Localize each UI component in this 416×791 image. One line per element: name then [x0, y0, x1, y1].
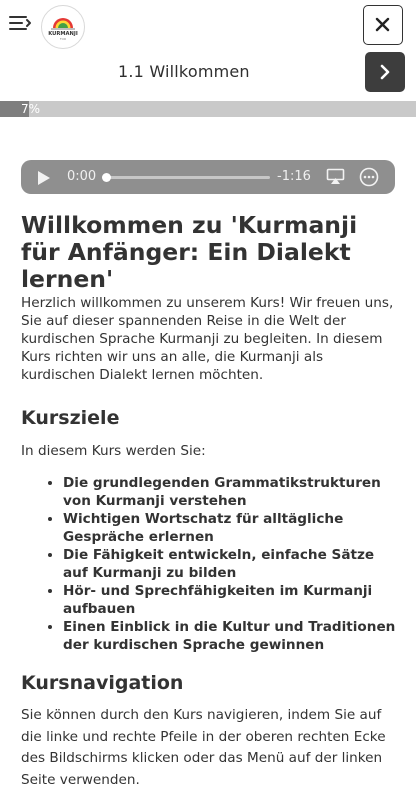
goal-item: Wichtigen Wortschatz für alltägliche Ges… [63, 510, 396, 546]
course-progress-bar: 7% [0, 101, 416, 117]
article-title: Willkommen zu 'Kurmanji für Anfänger: Ei… [21, 211, 358, 293]
menu-collapse-icon[interactable] [8, 12, 34, 34]
goal-item: Hör- und Sprechfähigkeiten im Kurmanji a… [63, 582, 396, 618]
goals-heading: Kursziele [21, 407, 120, 429]
audio-player: 0:00 -1:16 [21, 160, 395, 194]
chevron-right-icon [380, 64, 390, 80]
goals-lead: In diesem Kurs werden Sie: [21, 443, 206, 459]
close-button[interactable] [363, 5, 403, 45]
close-icon [375, 17, 390, 32]
lesson-content: Willkommen zu 'Kurmanji für Anfänger: Ei… [21, 212, 396, 791]
top-bar: KURMANJI FOR 1.1 Willkommen [0, 0, 416, 100]
goal-item: Die grundlegenden Grammatikstrukturen vo… [63, 474, 396, 510]
seek-handle[interactable] [102, 173, 111, 182]
current-time: 0:00 [67, 169, 97, 184]
seek-track[interactable] [105, 176, 270, 179]
navigation-heading: Kursnavigation [21, 672, 184, 694]
navigation-paragraph: Sie können durch den Kurs navigieren, in… [21, 707, 386, 788]
remaining-time: -1:16 [277, 169, 311, 184]
play-icon[interactable] [37, 170, 51, 185]
svg-text:FOR: FOR [60, 37, 66, 41]
airplay-icon[interactable] [326, 168, 345, 186]
goal-item: Einen Einblick in die Kultur und Traditi… [63, 618, 396, 654]
more-options-icon[interactable] [359, 167, 379, 187]
next-lesson-button[interactable] [365, 52, 405, 92]
intro-paragraph: Herzlich willkommen zu unserem Kurs! Wir… [21, 295, 394, 383]
goal-item: Die Fähigkeit entwickeln, einfache Sätze… [63, 546, 396, 582]
lesson-title: 1.1 Willkommen [118, 62, 250, 81]
kurmanji-logo[interactable]: KURMANJI FOR [41, 5, 85, 49]
goals-list: Die grundlegenden Grammatikstrukturen vo… [21, 474, 396, 654]
progress-label: 7% [21, 102, 41, 116]
